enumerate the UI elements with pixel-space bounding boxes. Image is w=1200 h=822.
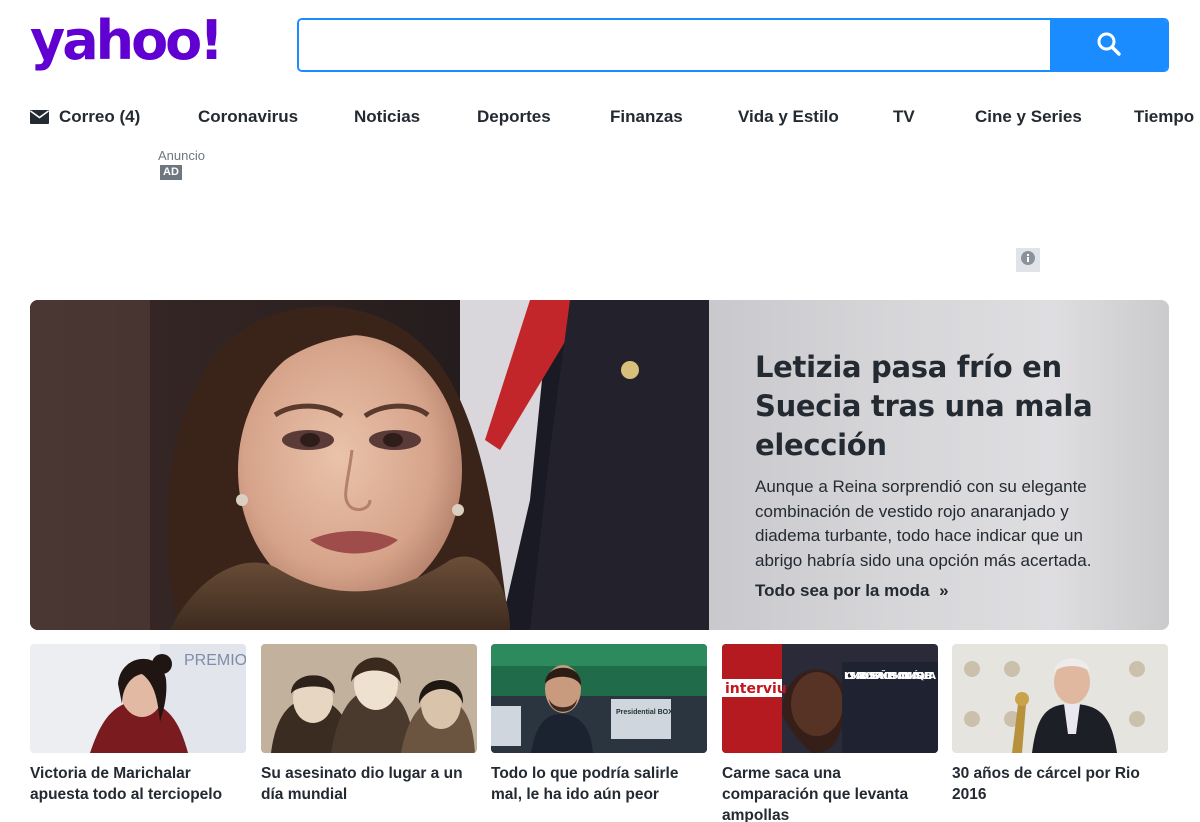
story-card[interactable]: Su asesinato dio lugar a un día mundial [261,644,477,805]
nav-item-deportes[interactable]: Deportes [477,104,551,130]
search-input[interactable] [299,20,1050,70]
story-card[interactable]: PREMIO Victoria de Marichalar apuesta to… [30,644,246,805]
hero-image [30,300,709,630]
thumb-text: LOS MARIDOS ESPAÑOLES MATAN MÁS QUE ETA [844,669,936,682]
nav-item-tiempo[interactable]: Tiempo [1134,104,1194,130]
nav-item-correo[interactable]: Correo (4) [30,104,140,130]
yahoo-homepage: yahoo! Correo (4) Coronavirus Noticias D… [0,0,1200,822]
ad-info-button[interactable] [1016,248,1040,272]
hero-story[interactable]: Letizia pasa frío en Suecia tras una mal… [30,300,1169,630]
main-nav: Correo (4) Coronavirus Noticias Deportes… [30,104,1200,130]
hero-read-more-link[interactable]: Todo sea por la moda » [755,581,949,600]
story-title: Carme saca una comparación que levanta a… [722,765,909,822]
nav-item-tv[interactable]: TV [893,104,915,130]
info-icon [1020,250,1036,271]
story-card[interactable]: interviu LOS MARIDOS ESPAÑOLES MATAN MÁS… [722,644,938,822]
hero-title[interactable]: Letizia pasa frío en Suecia tras una mal… [755,348,1109,465]
search-icon [1096,31,1122,60]
story-thumbnail [952,644,1168,753]
hero-summary: Aunque a Reina sorprendió con su elegant… [755,477,1092,570]
yahoo-logo[interactable]: yahoo! [30,14,224,68]
story-thumbnail: PREMIO [30,644,246,753]
ad-badge: AD [160,165,182,180]
hero-link-label: Todo sea por la moda [755,581,930,600]
thumb-text: PREMIO [184,652,246,669]
nav-item-label: Correo (4) [59,107,141,126]
thumb-brand: interviu [725,681,787,697]
story-thumbnail: interviu LOS MARIDOS ESPAÑOLES MATAN MÁS… [722,644,938,753]
nav-item-coronavirus[interactable]: Coronavirus [198,104,298,130]
double-chevron-right-icon: » [939,581,949,600]
story-title: 30 años de cárcel por Rio 2016 [952,765,1140,803]
story-title: Victoria de Marichalar apuesta todo al t… [30,765,223,803]
hero-text-panel: Letizia pasa frío en Suecia tras una mal… [709,300,1169,630]
search-bar [297,18,1169,72]
thumb-text: Presidential BOX [616,709,673,716]
story-thumbnail: Presidential BOX [491,644,707,753]
search-button[interactable] [1050,20,1167,70]
nav-item-vida-y-estilo[interactable]: Vida y Estilo [738,104,839,130]
nav-item-cine-y-series[interactable]: Cine y Series [975,104,1082,130]
story-title: Todo lo que podría salirle mal, le ha id… [491,765,679,803]
story-card[interactable]: Presidential BOX Todo lo que podría sali… [491,644,707,805]
story-thumbnail [261,644,477,753]
nav-item-finanzas[interactable]: Finanzas [610,104,683,130]
ad-label: Anuncio [158,148,205,163]
mail-icon [30,110,49,124]
story-card[interactable]: 30 años de cárcel por Rio 2016 [952,644,1168,805]
story-title: Su asesinato dio lugar a un día mundial [261,765,463,803]
nav-item-noticias[interactable]: Noticias [354,104,420,130]
